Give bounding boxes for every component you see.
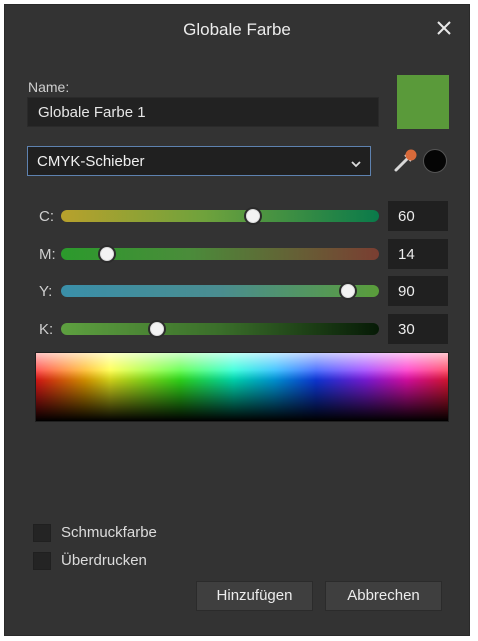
dialog-title: Globale Farbe [183, 20, 291, 39]
color-swatch [397, 75, 449, 129]
global-color-dialog: Globale Farbe Name: Globale Farbe 1 CMYK… [4, 4, 470, 636]
spot-color-checkbox[interactable] [33, 524, 51, 542]
overprint-label: Überdrucken [61, 552, 147, 569]
color-mode-dropdown[interactable]: CMYK-Schieber [27, 146, 371, 176]
slider-m: M: 14 [5, 239, 469, 270]
name-input[interactable]: Globale Farbe 1 [27, 97, 379, 127]
slider-c-label: C: [39, 208, 54, 225]
slider-k: K: 30 [5, 314, 469, 345]
add-button[interactable]: Hinzufügen [196, 581, 313, 611]
color-mode-value: CMYK-Schieber [37, 153, 145, 170]
eyedropper-icon[interactable] [391, 145, 421, 175]
black-color-chip[interactable] [423, 149, 447, 173]
overprint-checkbox[interactable] [33, 552, 51, 570]
slider-m-label: M: [39, 246, 56, 263]
slider-m-track[interactable] [61, 245, 379, 263]
cancel-button[interactable]: Abbrechen [325, 581, 442, 611]
slider-y-value[interactable]: 90 [388, 276, 448, 306]
close-icon[interactable] [431, 15, 457, 41]
slider-c-value[interactable]: 60 [388, 201, 448, 231]
color-spectrum-picker[interactable] [35, 352, 449, 422]
slider-c: C: 60 [5, 201, 469, 232]
slider-y-thumb[interactable] [339, 282, 358, 300]
slider-m-value[interactable]: 14 [388, 239, 448, 269]
slider-y-label: Y: [39, 283, 53, 300]
name-label: Name: [28, 79, 70, 95]
chevron-down-icon [350, 156, 362, 173]
spot-color-label: Schmuckfarbe [61, 524, 157, 541]
slider-y-track[interactable] [61, 282, 379, 300]
slider-k-track[interactable] [61, 320, 379, 338]
slider-c-track[interactable] [61, 207, 379, 225]
slider-m-thumb[interactable] [97, 245, 116, 263]
slider-k-value[interactable]: 30 [388, 314, 448, 344]
slider-k-thumb[interactable] [148, 320, 167, 338]
title-bar: Globale Farbe [5, 5, 469, 53]
slider-c-thumb[interactable] [243, 207, 262, 225]
slider-y: Y: 90 [5, 276, 469, 307]
spectrum-shade-layer [36, 353, 448, 421]
slider-k-label: K: [39, 321, 54, 338]
